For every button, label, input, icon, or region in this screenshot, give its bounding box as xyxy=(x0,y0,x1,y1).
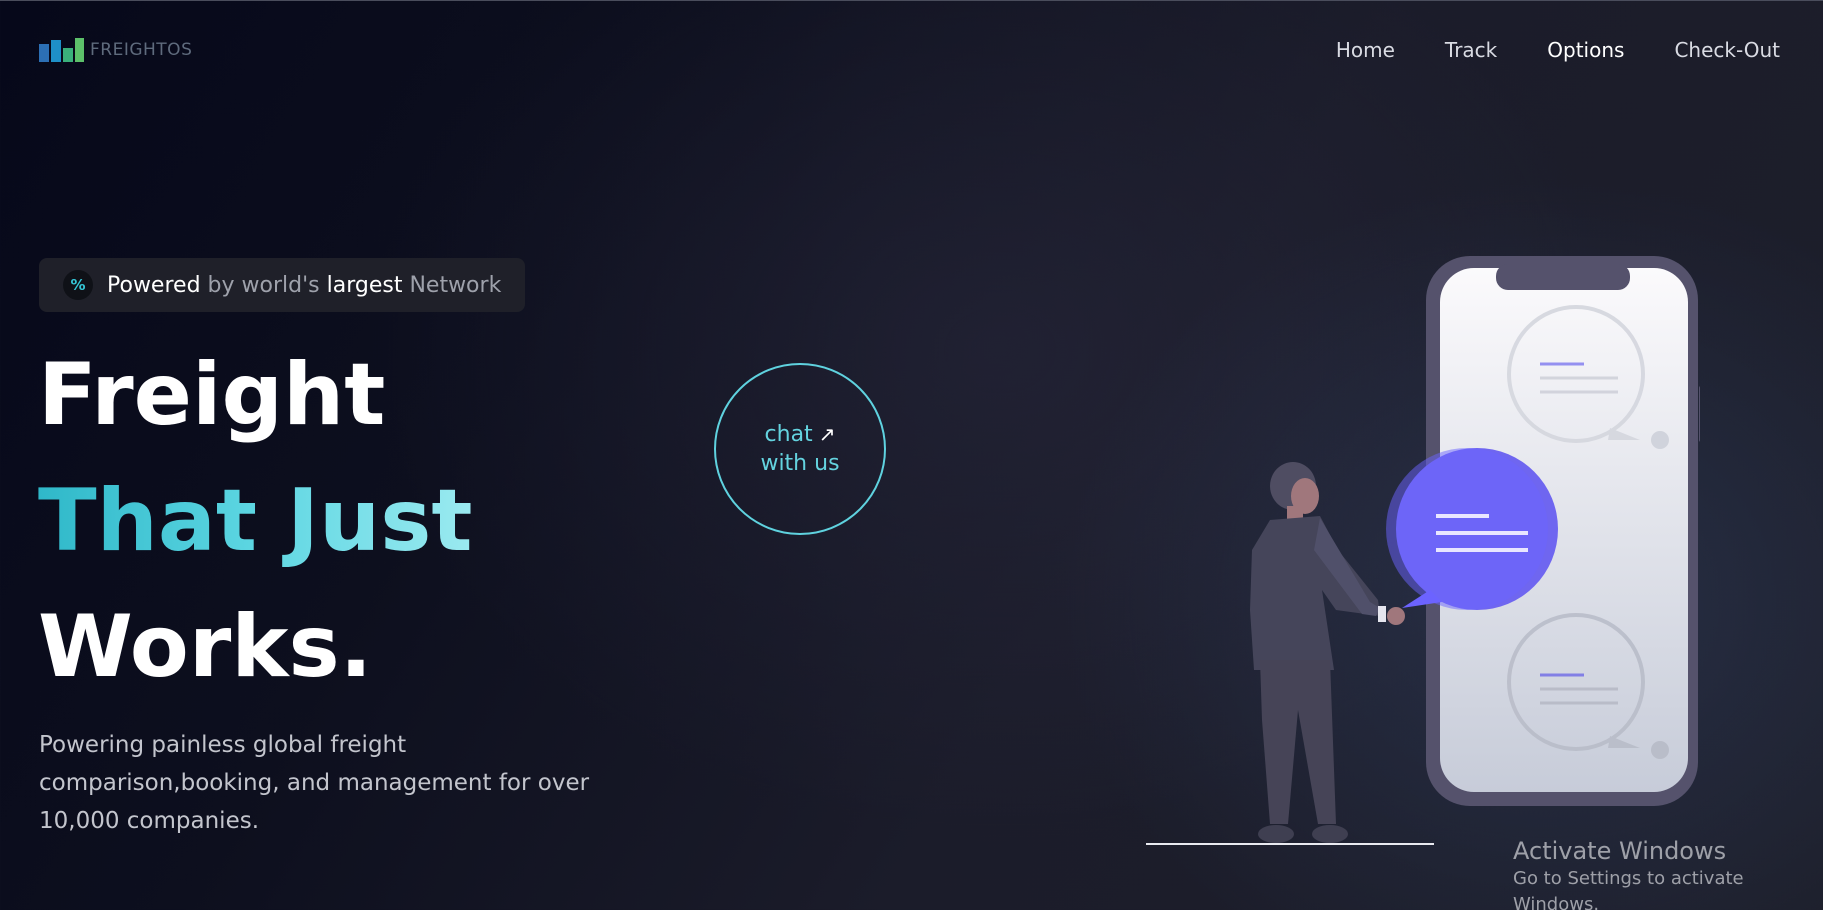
purple-chat-bubble-icon xyxy=(1386,448,1558,610)
phone-notch xyxy=(1496,264,1630,290)
activate-windows-title: Activate Windows xyxy=(1513,837,1727,865)
nav-track[interactable]: Track xyxy=(1445,38,1497,62)
person-with-phone-chat-illustration xyxy=(1146,256,1700,845)
top-border xyxy=(0,0,1823,1)
logo-mark-icon xyxy=(39,38,84,62)
freightos-logo[interactable]: FREIGHTOS xyxy=(39,38,192,62)
activate-windows-subtitle: Go to Settings to activate Windows. xyxy=(1513,868,1744,910)
nav-home[interactable]: Home xyxy=(1336,38,1395,62)
headline-line-3: Works. xyxy=(38,597,373,697)
headline-line-2: That Just xyxy=(38,458,473,584)
badge-word-largest: largest xyxy=(326,272,403,298)
arrow-up-right-icon: ↗ xyxy=(818,422,836,446)
main-nav: Home Track Options Check-Out xyxy=(1336,38,1780,62)
badge-word-powered: Powered xyxy=(107,272,201,298)
person-figure xyxy=(1250,462,1405,843)
hero-headline: Freight That Just Works. xyxy=(38,332,473,710)
chat-line-1: chat ↗ xyxy=(765,420,836,449)
chat-label: chat xyxy=(764,422,813,447)
nav-options[interactable]: Options xyxy=(1547,38,1624,62)
chat-with-us-button[interactable]: chat ↗ with us xyxy=(714,363,886,535)
badge-word-network: Network xyxy=(402,272,502,298)
badge-text: Powered by world's largest Network xyxy=(107,273,501,298)
logo-text: FREIGHTOS xyxy=(90,40,193,60)
percent-icon: % xyxy=(63,270,93,300)
chat-label-2: with us xyxy=(760,451,840,476)
hero-description: Powering painless global freight compari… xyxy=(39,732,590,834)
powered-by-badge: % Powered by world's largest Network xyxy=(39,258,525,312)
activate-windows-watermark: Activate Windows Go to Settings to activ… xyxy=(1513,836,1823,910)
chat-line-2: with us xyxy=(760,449,839,478)
badge-word-by-world: by world's xyxy=(200,272,327,298)
nav-check-out[interactable]: Check-Out xyxy=(1674,38,1780,62)
headline-line-1: Freight xyxy=(38,345,386,445)
